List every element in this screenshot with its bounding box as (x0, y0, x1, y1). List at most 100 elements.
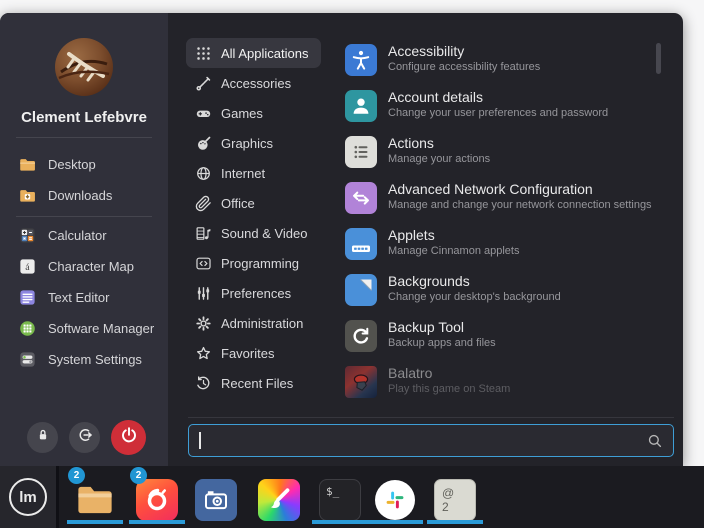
sidebar-apps-list: Calculator áCharacter Map Text Editor Softw… (0, 220, 168, 375)
sidebar-item-downloads[interactable]: Downloads (0, 180, 168, 211)
category-label: Sound & Video (221, 226, 308, 241)
app-menu-panel: Clement Lefebvre Desktop Downloads Calcul… (0, 13, 683, 466)
app-item-actions[interactable]: Actions Manage your actions (340, 132, 652, 178)
sidebar-item-label: Calculator (48, 228, 107, 243)
sliders-icon (195, 285, 212, 302)
category-office[interactable]: Office (186, 188, 268, 218)
application-list: Accessibility Configure accessibility fea… (340, 40, 652, 408)
desktop-folder-icon (18, 155, 37, 174)
category-games[interactable]: Games (186, 98, 276, 128)
running-indicator (129, 520, 185, 524)
taskbar-item-drawing-app[interactable] (258, 479, 300, 521)
taskbar-item-terminal[interactable]: $_ (319, 479, 361, 521)
sidebar-item-system-settings[interactable]: System Settings (0, 344, 168, 375)
app-item-subtitle: Manage your actions (388, 153, 490, 165)
backup-icon (345, 320, 377, 352)
tools-icon (195, 75, 212, 92)
taskbar-panel: lm 22 $_ @2 (0, 466, 704, 528)
palette-icon (195, 135, 212, 152)
search-input[interactable] (188, 424, 674, 457)
running-indicator (67, 520, 123, 524)
firefox-icon (136, 479, 178, 521)
lock-button[interactable] (27, 422, 58, 453)
system-settings-icon (18, 350, 37, 369)
app-item-advanced-network-configuration[interactable]: Advanced Network ConfigurationManage and… (340, 178, 652, 224)
app-item-account-details[interactable]: Account details Change your user preferen… (340, 86, 652, 132)
sidebar-item-label: Character Map (48, 259, 134, 274)
app-item-title: Account details (388, 89, 483, 105)
sidebar-item-text-editor[interactable]: Text Editor (0, 282, 168, 313)
sidebar-item-label: Text Editor (48, 290, 109, 305)
app-item-subtitle: Configure accessibility features (388, 61, 540, 73)
football-avatar-image (55, 38, 113, 96)
backgrounds-icon (345, 274, 377, 306)
files-icon (74, 479, 116, 521)
logout-icon (76, 426, 94, 449)
menu-button[interactable]: lm (0, 466, 56, 528)
category-preferences[interactable]: Preferences (186, 278, 304, 308)
category-label: Games (221, 106, 263, 121)
grid-icon (195, 45, 212, 62)
category-label: Accessories (221, 76, 291, 91)
sidebar-divider (16, 137, 152, 138)
taskbar-item-screenshot-tool[interactable] (195, 479, 237, 521)
app-item-accessibility[interactable]: Accessibility Configure accessibility fea… (340, 40, 652, 86)
logout-button[interactable] (69, 422, 100, 453)
category-label: Office (221, 196, 255, 211)
user-avatar[interactable] (55, 38, 113, 96)
app-item-subtitle: Manage Cinnamon applets (388, 245, 519, 257)
actions-icon (345, 136, 377, 168)
category-accessories[interactable]: Accessories (186, 68, 304, 98)
app-item-backup-tool[interactable]: Backup Tool Backup apps and files (340, 316, 652, 362)
category-administration[interactable]: Administration (186, 308, 316, 338)
app-item-title: Backup Tool (388, 319, 464, 335)
category-label: All Applications (221, 46, 308, 61)
sidebar-divider (16, 216, 152, 217)
film-note-icon (195, 225, 212, 242)
category-internet[interactable]: Internet (186, 158, 278, 188)
category-label: Programming (221, 256, 299, 271)
app-item-subtitle: Backup apps and files (388, 337, 496, 349)
category-sound-video[interactable]: Sound & Video (186, 218, 321, 248)
sidebar-item-calculator[interactable]: Calculator (0, 220, 168, 251)
sidebar-item-label: Downloads (48, 188, 112, 203)
app-item-title: Accessibility (388, 43, 464, 59)
category-label: Favorites (221, 346, 274, 361)
app-item-title: Advanced Network Configuration (388, 181, 593, 197)
sidebar-item-character-map[interactable]: áCharacter Map (0, 251, 168, 282)
network-icon (345, 182, 377, 214)
sidebar-item-desktop[interactable]: Desktop (0, 149, 168, 180)
sidebar-item-software-manager[interactable]: Software Manager (0, 313, 168, 344)
app-item-applets[interactable]: AppletsManage Cinnamon applets (340, 224, 652, 270)
category-label: Graphics (221, 136, 273, 151)
category-graphics[interactable]: Graphics (186, 128, 286, 158)
category-label: Administration (221, 316, 303, 331)
screenshot-tool-icon (195, 479, 237, 521)
category-recent-files[interactable]: Recent Files (186, 368, 306, 398)
scrollbar-thumb[interactable] (656, 43, 661, 74)
linux-mint-logo-icon: lm (9, 478, 47, 516)
paperclip-icon (195, 195, 212, 212)
menu-sidebar: Clement Lefebvre Desktop Downloads Calcul… (0, 13, 168, 466)
category-label: Preferences (221, 286, 291, 301)
search-icon (646, 432, 664, 450)
app-item-title: Balatro (388, 365, 432, 381)
mail-icon: @2 (434, 479, 476, 521)
shutdown-button[interactable] (111, 420, 146, 455)
category-programming[interactable]: Programming (186, 248, 312, 278)
app-item-balatro[interactable]: BalatroPlay this game on Steam (340, 362, 652, 408)
category-all-applications[interactable]: All Applications (186, 38, 321, 68)
app-item-backgrounds[interactable]: BackgroundsChange your desktop's backgro… (340, 270, 652, 316)
taskbar-item-mail[interactable]: @2 (434, 479, 476, 521)
taskbar-item-slack[interactable] (374, 479, 416, 521)
taskbar-item-files[interactable]: 2 (74, 479, 116, 521)
calculator-icon (18, 226, 37, 245)
sidebar-item-label: Desktop (48, 157, 96, 172)
user-name: Clement Lefebvre (0, 109, 168, 126)
category-favorites[interactable]: Favorites (186, 338, 287, 368)
app-item-title: Actions (388, 135, 434, 151)
category-list: All Applications Accessories Games Graphics… (186, 38, 336, 398)
power-icon (119, 425, 139, 450)
app-item-subtitle: Change your user preferences and passwor… (388, 107, 608, 119)
taskbar-item-firefox[interactable]: 2 (136, 479, 178, 521)
